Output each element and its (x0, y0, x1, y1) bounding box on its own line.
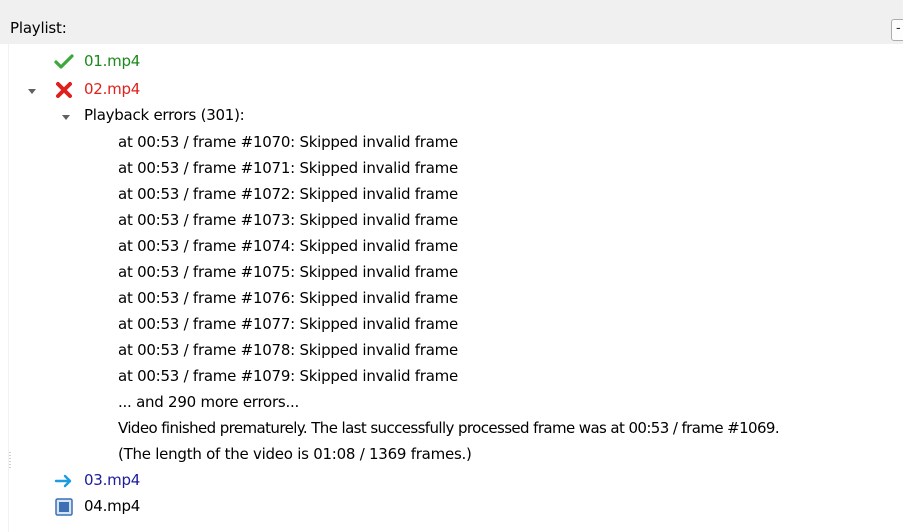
error-line: at 00:53 / frame #1072: Skipped invalid … (118, 185, 459, 203)
arrow-right-icon (54, 471, 74, 491)
playlist-item-03[interactable]: 03.mp4 (84, 468, 140, 493)
resize-grip[interactable] (9, 452, 11, 470)
error-line: at 00:53 / frame #1073: Skipped invalid … (118, 211, 459, 229)
checkmark-icon (54, 52, 74, 72)
playlist-item-01[interactable]: 01.mp4 (84, 49, 140, 74)
error-line: at 00:53 / frame #1074: Skipped invalid … (118, 237, 459, 255)
error-line: at 00:53 / frame #1078: Skipped invalid … (118, 341, 459, 359)
playback-errors-group[interactable]: Playback errors (301): (84, 103, 245, 128)
expand-toggle-errors[interactable] (62, 115, 70, 120)
summary-line: Video finished prematurely. The last suc… (118, 419, 780, 437)
length-note-line: (The length of the video is 01:08 / 1369… (118, 445, 472, 463)
red-x-icon (54, 80, 74, 100)
playlist-item-02[interactable]: 02.mp4 (84, 77, 140, 102)
expand-toggle-02[interactable] (28, 89, 36, 94)
error-line: at 00:53 / frame #1071: Skipped invalid … (118, 159, 459, 177)
error-line: at 00:53 / frame #1077: Skipped invalid … (118, 315, 459, 333)
more-errors-line: ... and 290 more errors... (118, 393, 300, 411)
error-line: at 00:53 / frame #1079: Skipped invalid … (118, 367, 459, 385)
error-line: at 00:53 / frame #1070: Skipped invalid … (118, 133, 459, 151)
playlist-label: Playlist: (10, 19, 67, 37)
error-line: at 00:53 / frame #1076: Skipped invalid … (118, 289, 459, 307)
square-icon (54, 497, 74, 517)
error-line: at 00:53 / frame #1075: Skipped invalid … (118, 263, 459, 281)
collapse-button[interactable]: - (891, 19, 903, 41)
playlist-header (0, 0, 903, 44)
playlist-item-04[interactable]: 04.mp4 (84, 494, 140, 519)
